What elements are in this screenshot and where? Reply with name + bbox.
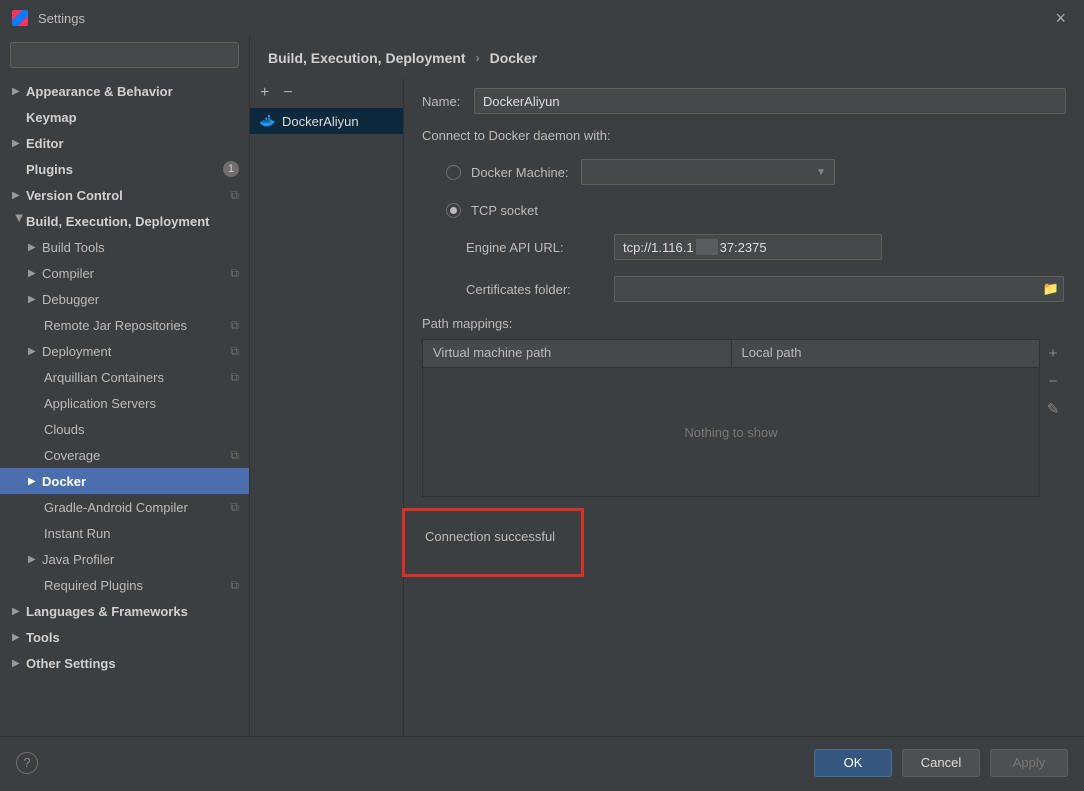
breadcrumb-a[interactable]: Build, Execution, Deployment <box>268 50 466 66</box>
plugins-badge: 1 <box>223 161 239 177</box>
scope-icon: ⧉ <box>230 188 239 203</box>
tree-debugger[interactable]: ▶Debugger <box>0 286 249 312</box>
cert-folder-label: Certificates folder: <box>466 282 614 297</box>
scope-icon: ⧉ <box>230 318 239 333</box>
table-empty: Nothing to show <box>423 368 1039 496</box>
radio-tcp-socket[interactable] <box>446 203 461 218</box>
name-label: Name: <box>422 94 474 109</box>
tree-appearance[interactable]: ▶Appearance & Behavior <box>0 78 249 104</box>
docker-machine-combo[interactable]: ▼ <box>581 159 835 185</box>
close-icon[interactable]: × <box>1049 8 1072 29</box>
path-mappings-label: Path mappings: <box>422 316 1066 331</box>
connect-label: Connect to Docker daemon with: <box>422 128 1066 143</box>
radio-tcp-socket-label: TCP socket <box>471 203 571 218</box>
scope-icon: ⧉ <box>230 500 239 515</box>
breadcrumb: Build, Execution, Deployment › Docker <box>250 36 1084 78</box>
tree-clouds[interactable]: Clouds <box>0 416 249 442</box>
tree-deployment[interactable]: ▶Deployment⧉ <box>0 338 249 364</box>
browse-folder-icon[interactable]: 📁 <box>1038 276 1064 302</box>
tree-docker[interactable]: ▶Docker <box>0 468 249 494</box>
tree-bed[interactable]: ▶Build, Execution, Deployment <box>0 208 249 234</box>
masked-segment <box>696 239 718 255</box>
tree-app-servers[interactable]: Application Servers <box>0 390 249 416</box>
docker-detail-panel: Name: Connect to Docker daemon with: Doc… <box>404 78 1084 736</box>
docker-icon <box>260 115 276 127</box>
edit-mapping-button[interactable]: ✎ <box>1040 395 1066 423</box>
connection-status-highlight: Connection successful <box>402 508 584 577</box>
tree-keymap[interactable]: Keymap <box>0 104 249 130</box>
remove-mapping-button[interactable]: − <box>1040 367 1066 395</box>
settings-sidebar: 🔍 ▶Appearance & Behavior Keymap ▶Editor … <box>0 36 250 736</box>
tree-required-plugins[interactable]: Required Plugins⧉ <box>0 572 249 598</box>
settings-tree: ▶Appearance & Behavior Keymap ▶Editor Pl… <box>0 78 249 736</box>
tree-coverage[interactable]: Coverage⧉ <box>0 442 249 468</box>
remove-button[interactable]: − <box>283 84 292 102</box>
docker-server-name: DockerAliyun <box>282 114 359 129</box>
tree-version-control[interactable]: ▶Version Control⧉ <box>0 182 249 208</box>
scope-icon: ⧉ <box>230 578 239 593</box>
chevron-down-icon: ▼ <box>816 167 826 178</box>
tree-java-profiler[interactable]: ▶Java Profiler <box>0 546 249 572</box>
scope-icon: ⧉ <box>230 266 239 281</box>
col-vm-path[interactable]: Virtual machine path <box>423 340 732 367</box>
docker-server-item[interactable]: DockerAliyun <box>250 108 403 134</box>
tree-compiler[interactable]: ▶Compiler⧉ <box>0 260 249 286</box>
radio-docker-machine-label: Docker Machine: <box>471 165 571 180</box>
apply-button[interactable]: Apply <box>990 749 1068 777</box>
search-input[interactable] <box>10 42 239 68</box>
docker-list-panel: + − DockerAliyun <box>250 78 404 736</box>
scope-icon: ⧉ <box>230 344 239 359</box>
cert-folder-input[interactable] <box>614 276 1064 302</box>
path-mappings-table: Virtual machine path Local path Nothing … <box>422 339 1040 497</box>
breadcrumb-b: Docker <box>490 50 537 66</box>
dialog-footer: ? OK Cancel Apply <box>0 736 1084 788</box>
window-title: Settings <box>38 11 85 26</box>
tree-build-tools[interactable]: ▶Build Tools <box>0 234 249 260</box>
col-local-path[interactable]: Local path <box>732 340 1040 367</box>
name-input[interactable] <box>474 88 1066 114</box>
tree-other[interactable]: ▶Other Settings <box>0 650 249 676</box>
tree-tools[interactable]: ▶Tools <box>0 624 249 650</box>
tree-languages[interactable]: ▶Languages & Frameworks <box>0 598 249 624</box>
engine-api-label: Engine API URL: <box>466 240 614 255</box>
scope-icon: ⧉ <box>230 448 239 463</box>
ok-button[interactable]: OK <box>814 749 892 777</box>
tree-plugins[interactable]: Plugins1 <box>0 156 249 182</box>
tree-arquillian[interactable]: Arquillian Containers⧉ <box>0 364 249 390</box>
title-bar: Settings × <box>0 0 1084 36</box>
connection-status: Connection successful <box>425 529 555 544</box>
app-icon <box>12 10 28 26</box>
chevron-right-icon: › <box>476 51 480 65</box>
scope-icon: ⧉ <box>230 370 239 385</box>
tree-editor[interactable]: ▶Editor <box>0 130 249 156</box>
cancel-button[interactable]: Cancel <box>902 749 980 777</box>
add-mapping-button[interactable]: + <box>1040 339 1066 367</box>
help-button[interactable]: ? <box>16 752 38 774</box>
tree-remote-jar[interactable]: Remote Jar Repositories⧉ <box>0 312 249 338</box>
tree-instant-run[interactable]: Instant Run <box>0 520 249 546</box>
engine-api-input[interactable]: tcp://1.116.1 37:2375 <box>614 234 882 260</box>
add-button[interactable]: + <box>260 84 269 102</box>
radio-docker-machine[interactable] <box>446 165 461 180</box>
tree-gradle-android[interactable]: Gradle-Android Compiler⧉ <box>0 494 249 520</box>
